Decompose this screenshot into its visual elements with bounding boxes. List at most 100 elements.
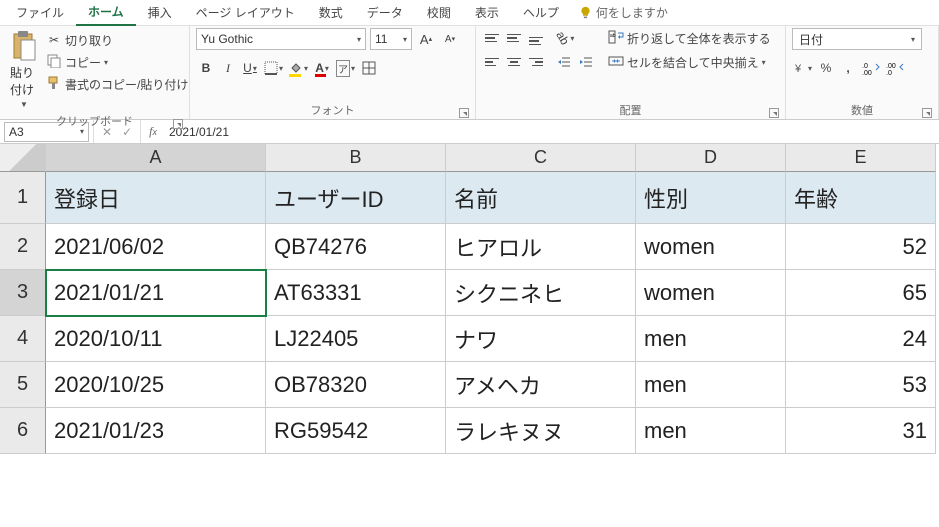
align-right-button[interactable] <box>526 52 546 72</box>
menu-review[interactable]: 校閲 <box>415 0 463 25</box>
align-left-button[interactable] <box>482 52 502 72</box>
cell[interactable]: 52 <box>786 224 936 270</box>
increase-decimal-button[interactable]: .0.00 <box>860 58 882 78</box>
fill-color-button[interactable]: ▾ <box>287 58 310 78</box>
cell[interactable]: アメヘカ <box>446 362 636 408</box>
chevron-down-icon: ▼ <box>20 100 28 109</box>
cut-button[interactable]: ✂ 切り取り <box>46 30 188 50</box>
cell[interactable]: women <box>636 270 786 316</box>
cell[interactable]: 53 <box>786 362 936 408</box>
col-header-d[interactable]: D <box>636 144 786 172</box>
ruby-button[interactable]: ア▾ <box>334 58 357 78</box>
decrease-decimal-button[interactable]: .00.0 <box>884 58 906 78</box>
cell[interactable]: シクニネヒ <box>446 270 636 316</box>
cell[interactable]: 2020/10/11 <box>46 316 266 362</box>
formula-input[interactable]: 2021/01/21 <box>165 125 939 139</box>
font-launcher[interactable] <box>459 108 469 118</box>
col-header-e[interactable]: E <box>786 144 936 172</box>
cell[interactable]: ヒアロル <box>446 224 636 270</box>
row-header-1[interactable]: 1 <box>0 172 46 224</box>
paste-button[interactable]: 貼り付け ▼ <box>6 28 42 111</box>
cell[interactable]: men <box>636 316 786 362</box>
increase-indent-button[interactable] <box>576 52 596 72</box>
row-header[interactable]: 3 <box>0 270 46 316</box>
row-header[interactable]: 2 <box>0 224 46 270</box>
cell[interactable]: RG59542 <box>266 408 446 454</box>
col-header-a[interactable]: A <box>46 144 266 172</box>
menu-insert[interactable]: 挿入 <box>136 0 184 25</box>
cell[interactable]: 65 <box>786 270 936 316</box>
menu-pagelayout[interactable]: ページ レイアウト <box>184 0 307 25</box>
font-name-select[interactable]: Yu Gothic▾ <box>196 28 366 50</box>
cell[interactable]: ラレキヌヌ <box>446 408 636 454</box>
italic-button[interactable]: I <box>218 58 238 78</box>
row-header[interactable]: 4 <box>0 316 46 362</box>
merge-center-button[interactable]: セルを結合して中央揃え▾ <box>608 52 771 72</box>
wrap-label: 折り返して全体を表示する <box>627 30 771 47</box>
align-top-button[interactable] <box>482 28 502 48</box>
menu-data[interactable]: データ <box>355 0 415 25</box>
cell[interactable]: 年齢 <box>786 172 936 224</box>
decrease-font-button[interactable]: A▾ <box>440 29 460 49</box>
ribbon: 貼り付け ▼ ✂ 切り取り コピー▾ 書式のコピー/貼り付け クリップボード <box>0 26 939 120</box>
col-header-c[interactable]: C <box>446 144 636 172</box>
cell[interactable]: AT63331 <box>266 270 446 316</box>
font-color-button[interactable]: A▾ <box>312 58 332 78</box>
align-center-button[interactable] <box>504 52 524 72</box>
copy-label: コピー <box>65 54 101 71</box>
cell[interactable]: OB78320 <box>266 362 446 408</box>
percent-button[interactable]: % <box>816 58 836 78</box>
cell[interactable]: 31 <box>786 408 936 454</box>
format-painter-button[interactable]: 書式のコピー/貼り付け <box>46 74 188 94</box>
tell-me[interactable]: 何をしますか <box>579 4 668 21</box>
table-row: 4 2020/10/11 LJ22405 ナワ men 24 <box>0 316 939 362</box>
menu-formulas[interactable]: 数式 <box>307 0 355 25</box>
menu-view[interactable]: 表示 <box>463 0 511 25</box>
menu-file[interactable]: ファイル <box>4 0 76 25</box>
cell[interactable]: men <box>636 408 786 454</box>
clipboard-launcher[interactable] <box>173 119 183 129</box>
menu-home[interactable]: ホーム <box>76 0 136 26</box>
border-button[interactable]: ▾ <box>262 58 285 78</box>
select-all-corner[interactable] <box>0 144 46 172</box>
font-size-select[interactable]: 11▾ <box>370 28 412 50</box>
cell[interactable]: 24 <box>786 316 936 362</box>
cell-style-button[interactable] <box>359 58 379 78</box>
font-group-label: フォント <box>311 105 355 117</box>
cell[interactable]: ナワ <box>446 316 636 362</box>
decrease-indent-button[interactable] <box>554 52 574 72</box>
row-header[interactable]: 5 <box>0 362 46 408</box>
copy-button[interactable]: コピー▾ <box>46 52 188 72</box>
cell[interactable]: 名前 <box>446 172 636 224</box>
cell[interactable]: 2021/06/02 <box>46 224 266 270</box>
cell[interactable]: QB74276 <box>266 224 446 270</box>
table-row: 1 登録日 ユーザーID 名前 性別 年齢 <box>0 172 939 224</box>
cell[interactable]: 性別 <box>636 172 786 224</box>
row-header[interactable]: 6 <box>0 408 46 454</box>
cell[interactable]: men <box>636 362 786 408</box>
align-launcher[interactable] <box>769 108 779 118</box>
merge-icon <box>608 54 624 71</box>
cell[interactable]: ユーザーID <box>266 172 446 224</box>
number-launcher[interactable] <box>922 108 932 118</box>
dec-decimal-icon: .00.0 <box>886 61 904 75</box>
cell[interactable]: LJ22405 <box>266 316 446 362</box>
menu-help[interactable]: ヘルプ <box>511 0 571 25</box>
comma-button[interactable]: , <box>838 58 858 78</box>
underline-button[interactable]: U▾ <box>240 58 260 78</box>
accounting-format-button[interactable]: ¥▾ <box>792 58 814 78</box>
cell[interactable]: 2020/10/25 <box>46 362 266 408</box>
align-middle-button[interactable] <box>504 28 524 48</box>
cell[interactable]: 登録日 <box>46 172 266 224</box>
wrap-text-button[interactable]: ab 折り返して全体を表示する <box>608 28 771 48</box>
increase-font-button[interactable]: A▴ <box>416 29 436 49</box>
svg-text:.00: .00 <box>862 70 872 75</box>
col-header-b[interactable]: B <box>266 144 446 172</box>
cell-selected[interactable]: 2021/01/21 <box>46 270 266 316</box>
orientation-button[interactable]: ab▾ <box>554 28 576 48</box>
align-bottom-button[interactable] <box>526 28 546 48</box>
bold-button[interactable]: B <box>196 58 216 78</box>
cell[interactable]: 2021/01/23 <box>46 408 266 454</box>
number-format-select[interactable]: 日付▾ <box>792 28 922 50</box>
cell[interactable]: women <box>636 224 786 270</box>
